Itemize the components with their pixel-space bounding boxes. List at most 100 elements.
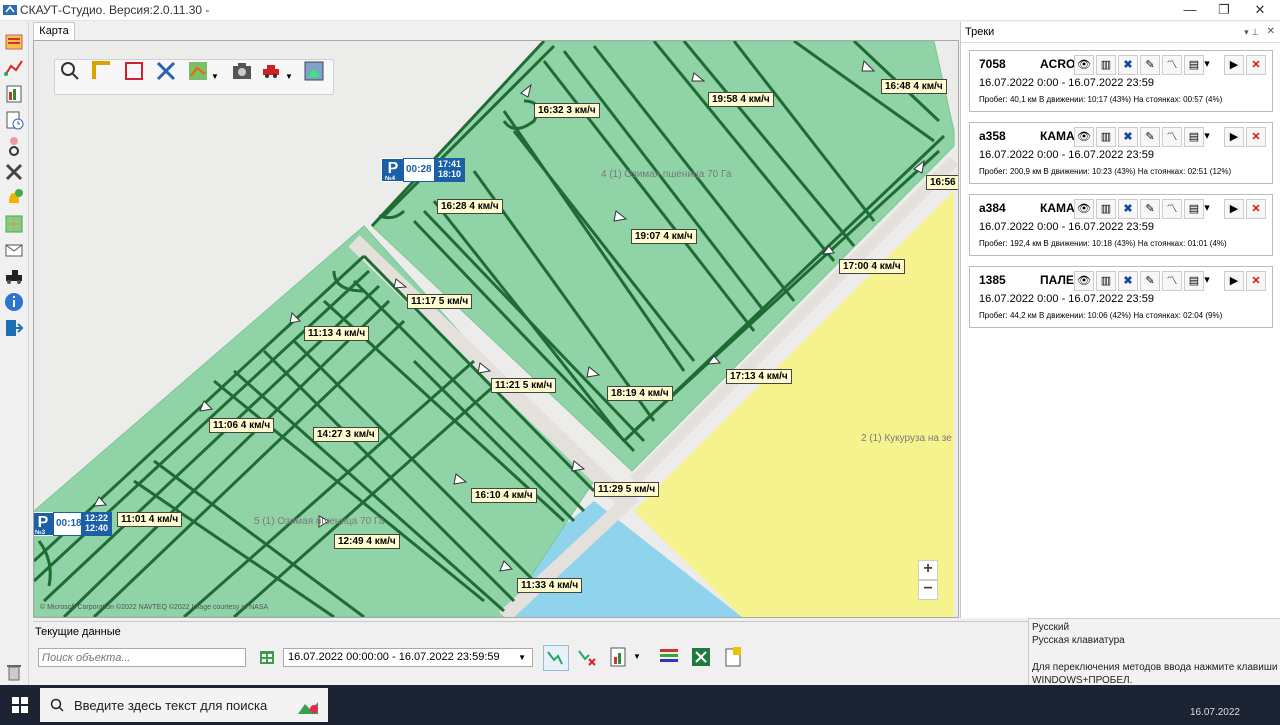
tracks-icon[interactable] <box>4 58 24 78</box>
report-dropdown-icon[interactable]: ▾ <box>1202 271 1212 289</box>
chart-icon[interactable]: 〽 <box>1162 199 1182 219</box>
edit-icon[interactable]: ✎ <box>1140 55 1160 75</box>
date-range-select[interactable]: 16.07.2022 00:00:00 - 16.07.2022 23:59:5… <box>283 648 533 667</box>
app-logo-icon <box>3 5 17 15</box>
columns-icon[interactable]: ▥ <box>1096 199 1116 219</box>
eye-icon[interactable]: 👁 <box>1074 127 1094 147</box>
table-settings-icon[interactable] <box>657 645 681 669</box>
exit-icon[interactable] <box>4 318 24 338</box>
vehicle-settings-icon[interactable] <box>4 266 24 286</box>
columns-icon[interactable]: ▥ <box>1096 127 1116 147</box>
info-icon[interactable] <box>4 292 24 312</box>
search-icon[interactable] <box>59 60 81 82</box>
report-dropdown-icon[interactable]: ▾ <box>1202 127 1212 145</box>
zoom-in-button[interactable]: + <box>918 560 938 580</box>
columns-icon[interactable]: ▥ <box>1096 55 1116 75</box>
monitoring-icon[interactable] <box>4 32 24 52</box>
excel-export-icon[interactable] <box>689 645 713 669</box>
delete-icon[interactable]: ✕ <box>1246 199 1266 219</box>
speed-label: 11:13 4 км/ч <box>304 326 370 341</box>
eye-icon[interactable]: 👁 <box>1074 55 1094 75</box>
report-dropdown-icon[interactable]: ▾ <box>1202 199 1212 217</box>
parking-icon: P №4 <box>381 158 405 182</box>
chart-icon[interactable]: 〽 <box>1162 55 1182 75</box>
report-icon[interactable] <box>607 645 631 669</box>
satellite-view-icon[interactable] <box>303 60 325 82</box>
edit-icon[interactable]: ✎ <box>1140 127 1160 147</box>
chart-icon[interactable]: 〽 <box>1162 271 1182 291</box>
language-name: Русский <box>1032 622 1070 633</box>
delete-track-icon[interactable] <box>575 645 599 669</box>
play-to-end-icon[interactable]: ▶ <box>1224 199 1244 219</box>
object-search-input[interactable] <box>38 648 246 667</box>
minimize-button[interactable]: — <box>1172 0 1208 20</box>
eye-icon[interactable]: 👁 <box>1074 271 1094 291</box>
tab-map[interactable]: Карта <box>33 22 75 40</box>
mail-icon[interactable] <box>4 240 24 260</box>
windows-taskbar: Введите здесь текст для поиска 16.07.202… <box>0 685 1280 725</box>
play-to-end-icon[interactable]: ▶ <box>1224 127 1244 147</box>
zoom-out-button[interactable]: − <box>918 580 938 600</box>
delete-icon[interactable]: ✕ <box>1246 271 1266 291</box>
vehicle-icon[interactable] <box>261 60 283 82</box>
eye-icon[interactable]: 👁 <box>1074 199 1094 219</box>
report-icon[interactable]: ▤ <box>1184 55 1204 75</box>
report-dropdown-icon[interactable]: ▼ <box>633 652 641 661</box>
map-layers-icon[interactable] <box>187 60 209 82</box>
fit-map-icon[interactable] <box>123 60 145 82</box>
windows-start-icon[interactable] <box>0 685 40 725</box>
report-icon[interactable]: ▤ <box>1184 199 1204 219</box>
report-icon[interactable]: ▤ <box>1184 271 1204 291</box>
columns-icon[interactable]: ▥ <box>1096 271 1116 291</box>
map-view[interactable]: ▼ ▼ 4 (1) Озимая пшеница 70 Га 2 (1) Кук… <box>33 40 959 618</box>
trash-icon[interactable] <box>4 662 24 682</box>
expand-icon[interactable] <box>155 60 177 82</box>
report-icon[interactable]: ▤ <box>1184 127 1204 147</box>
notifications-bell-icon[interactable] <box>4 188 24 208</box>
schedule-report-icon[interactable] <box>4 110 24 130</box>
maximize-button[interactable]: ❐ <box>1206 0 1242 20</box>
field-label-wheat-4: 4 (1) Озимая пшеница 70 Га <box>601 169 732 180</box>
close-track-icon[interactable]: ✖ <box>1118 271 1138 291</box>
map-layers-dropdown-icon[interactable]: ▼ <box>211 66 219 88</box>
close-window-button[interactable]: ✕ <box>1242 0 1278 20</box>
track-actions: 👁 ▥ ✖ ✎ 〽 ▤ ▾ ▶ ✕ <box>1074 55 1270 75</box>
track-vehicle-model: КАМА <box>1040 129 1075 143</box>
speed-label: 16:32 3 км/ч <box>534 103 600 118</box>
chart-icon[interactable]: 〽 <box>1162 127 1182 147</box>
edit-icon[interactable]: ✎ <box>1140 271 1160 291</box>
current-data-panel: Текущие данные 16.07.2022 00:00:00 - 16.… <box>33 621 1028 686</box>
camera-icon[interactable] <box>231 60 253 82</box>
reports-icon[interactable] <box>4 84 24 104</box>
chevron-down-icon: ▼ <box>518 653 526 662</box>
track-card[interactable]: 1385 ПАЛЕ 16.07.2022 0:00 - 16.07.2022 23:… <box>969 266 1273 328</box>
delete-icon[interactable]: ✕ <box>1246 55 1266 75</box>
track-card[interactable]: a358 КАМА 16.07.2022 0:00 - 16.07.2022 23:… <box>969 122 1273 184</box>
close-panel-icon[interactable]: ✕ <box>1267 22 1275 42</box>
vehicle-dropdown-icon[interactable]: ▼ <box>285 66 293 88</box>
search-icon <box>50 698 64 712</box>
delete-icon[interactable]: ✕ <box>1246 127 1266 147</box>
close-track-icon[interactable]: ✖ <box>1118 55 1138 75</box>
calendar-icon[interactable] <box>259 649 275 665</box>
driver-icon[interactable] <box>4 136 24 156</box>
close-track-icon[interactable]: ✖ <box>1118 199 1138 219</box>
play-to-end-icon[interactable]: ▶ <box>1224 55 1244 75</box>
track-vehicle-model: ACRO <box>1040 57 1076 71</box>
close-track-icon[interactable]: ✖ <box>1118 127 1138 147</box>
track-card[interactable]: 7058 ACRO 16.07.2022 0:00 - 16.07.2022 23:… <box>969 50 1273 112</box>
field-label-corn: 2 (1) Кукуруза на зе <box>861 433 952 444</box>
clipboard-icon[interactable] <box>721 645 745 669</box>
speed-label: 11:06 4 км/ч <box>209 418 275 433</box>
speed-label: 11:29 5 км/ч <box>594 482 660 497</box>
taskbar-search-box[interactable]: Введите здесь текст для поиска <box>40 688 328 722</box>
play-to-end-icon[interactable]: ▶ <box>1224 271 1244 291</box>
track-card[interactable]: a384 КАМА 16.07.2022 0:00 - 16.07.2022 23:… <box>969 194 1273 256</box>
edit-icon[interactable]: ✎ <box>1140 199 1160 219</box>
tools-icon[interactable] <box>4 162 24 182</box>
build-track-icon[interactable] <box>543 645 569 671</box>
pin-panel-icon[interactable]: ▾ ⊥ <box>1244 22 1259 42</box>
ruler-icon[interactable] <box>91 60 113 82</box>
geozones-icon[interactable] <box>4 214 24 234</box>
report-dropdown-icon[interactable]: ▾ <box>1202 55 1212 73</box>
